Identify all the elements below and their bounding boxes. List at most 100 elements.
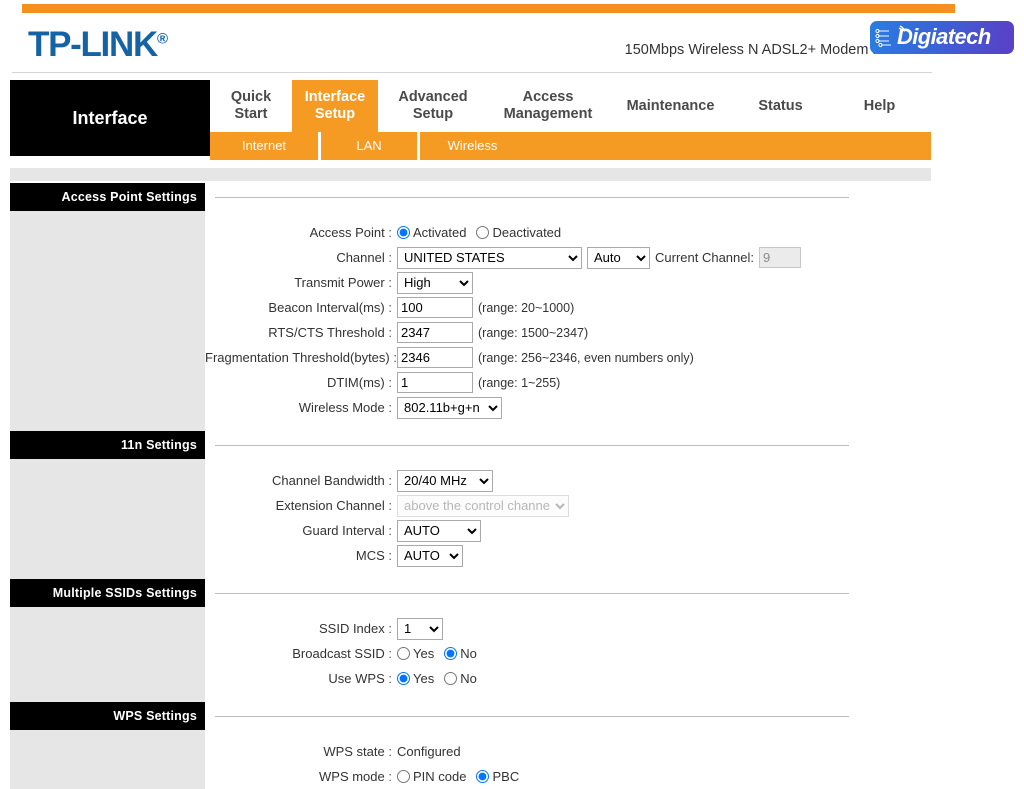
section-rule	[205, 579, 1024, 607]
tab-access-management[interactable]: Access Management	[488, 80, 608, 132]
row-wireless-mode: Wireless Mode : 802.11b+g+n	[205, 396, 1024, 419]
section-header-11n: 11n Settings	[10, 431, 1024, 459]
value-wps-state: Configured	[397, 744, 461, 759]
section-gutter	[10, 211, 205, 431]
input-current-channel	[759, 247, 801, 268]
digiatech-watermark: Digiatech	[870, 21, 1014, 54]
section-wps: WPS Settings WPS state : Configured WPS …	[10, 702, 1024, 789]
input-beacon-interval[interactable]	[397, 297, 473, 318]
access-point-radio-group: Activated Deactivated	[397, 225, 1024, 240]
label-extension-channel: Extension Channel :	[275, 498, 392, 513]
radio-input-broadcast-no[interactable]	[444, 647, 458, 660]
row-broadcast-ssid: Broadcast SSID : Yes No	[205, 642, 1024, 665]
label-dtim: DTIM(ms) :	[326, 375, 392, 390]
radio-input-use-wps-no[interactable]	[444, 672, 458, 685]
brand-header: TP-LINK® 150Mbps Wireless N ADSL2+ Modem…	[0, 13, 1024, 70]
guard-controls: AUTO	[397, 519, 1024, 542]
input-fragmentation-threshold[interactable]	[397, 347, 473, 368]
label-wps-mode: WPS mode :	[319, 769, 392, 784]
label-ssid-index: SSID Index :	[318, 621, 392, 636]
subtab-internet[interactable]: Internet	[210, 132, 318, 160]
label-wireless-mode: Wireless Mode :	[298, 400, 392, 415]
row-wps-mode: WPS mode : PIN code PBC	[205, 765, 1024, 788]
dtim-controls: (range: 1~255)	[397, 372, 1024, 393]
radio-input-use-wps-yes[interactable]	[397, 672, 410, 685]
select-transmit-power[interactable]: High	[397, 271, 473, 294]
section-gutter	[10, 459, 205, 579]
radio-access-point-activated[interactable]: Activated	[397, 225, 466, 240]
select-channel-bandwidth[interactable]: 20/40 MHz	[397, 469, 493, 492]
section-rule	[205, 183, 1024, 211]
radio-broadcast-yes[interactable]: Yes	[397, 646, 434, 661]
input-dtim[interactable]	[397, 372, 473, 393]
input-rts-threshold[interactable]	[397, 322, 473, 343]
row-guard-interval: Guard Interval : AUTO	[205, 519, 1024, 542]
radio-wps-mode-pbc[interactable]: PBC	[476, 769, 519, 784]
row-wps-state: WPS state : Configured	[205, 740, 1024, 763]
row-fragmentation-threshold: Fragmentation Threshold(bytes) : (range:…	[205, 346, 1024, 369]
section-body-access-point: Access Point : Activated Deactivated Cha…	[10, 211, 1024, 431]
nav-divider	[12, 72, 932, 73]
row-ssid-index: SSID Index : 1	[205, 617, 1024, 640]
label-current-channel: Current Channel:	[655, 250, 754, 265]
select-ssid-index[interactable]: 1	[397, 617, 443, 640]
select-channel-country[interactable]: UNITED STATES	[397, 246, 582, 269]
ssid-index-controls: 1	[397, 617, 1024, 640]
broadcast-ssid-radio-group: Yes No	[397, 646, 1024, 661]
tab-maintenance[interactable]: Maintenance	[608, 80, 733, 132]
content-top-strip	[10, 168, 931, 181]
wps-fields: WPS state : Configured WPS mode : PIN co…	[205, 730, 1024, 789]
radio-use-wps-no[interactable]: No	[444, 671, 477, 686]
label-broadcast-ssid: Broadcast SSID :	[292, 646, 392, 661]
section-rule	[205, 702, 1024, 730]
tab-interface-setup[interactable]: Interface Setup	[292, 80, 378, 132]
section-title-wps: WPS Settings	[10, 702, 205, 730]
tab-status[interactable]: Status	[733, 80, 828, 132]
radio-use-wps-yes[interactable]: Yes	[397, 671, 434, 686]
subtab-lan[interactable]: LAN	[321, 132, 417, 160]
wps-mode-radio-group: PIN code PBC	[397, 769, 1024, 784]
label-transmit-power: Transmit Power :	[294, 275, 392, 290]
radio-input-broadcast-yes[interactable]	[397, 647, 410, 660]
registered-trademark-icon: ®	[156, 30, 168, 48]
mcs-controls: AUTO	[397, 544, 1024, 567]
digiatech-label: Digiatech	[897, 24, 991, 49]
tab-advanced-setup[interactable]: Advanced Setup	[378, 80, 488, 132]
top-accent-strip	[22, 4, 955, 13]
wps-state-controls: Configured	[397, 744, 1024, 759]
select-guard-interval[interactable]: AUTO	[397, 519, 481, 542]
subtab-wireless[interactable]: Wireless	[420, 132, 525, 160]
select-channel-number[interactable]: Auto	[587, 246, 650, 269]
radio-wps-mode-pin[interactable]: PIN code	[397, 769, 466, 784]
main-tab-list: Quick Start Interface Setup Advanced Set…	[210, 80, 931, 132]
row-channel: Channel : UNITED STATES Auto Current Cha…	[205, 246, 1024, 269]
section-11n: 11n Settings Channel Bandwidth : 20/40 M…	[10, 431, 1024, 579]
access-point-fields: Access Point : Activated Deactivated Cha…	[205, 211, 1024, 431]
navigation-bar: Interface Quick Start Interface Setup Ad…	[0, 72, 1024, 160]
row-access-point: Access Point : Activated Deactivated	[205, 221, 1024, 244]
radio-broadcast-no[interactable]: No	[444, 646, 477, 661]
label-rts-threshold: RTS/CTS Threshold :	[268, 325, 392, 340]
radio-input-pbc[interactable]	[476, 770, 490, 783]
radio-input-activated[interactable]	[397, 226, 410, 239]
section-body-wps: WPS state : Configured WPS mode : PIN co…	[10, 730, 1024, 789]
select-wireless-mode[interactable]: 802.11b+g+n	[397, 396, 502, 419]
radio-input-deactivated[interactable]	[476, 226, 490, 239]
radio-access-point-deactivated[interactable]: Deactivated	[476, 225, 561, 240]
extension-controls: above the control channel	[397, 494, 1024, 517]
label-access-point: Access Point :	[309, 225, 392, 240]
beacon-controls: (range: 20~1000)	[397, 297, 1024, 318]
section-title-multiple-ssids: Multiple SSIDs Settings	[10, 579, 205, 607]
section-multiple-ssids: Multiple SSIDs Settings SSID Index : 1 B…	[10, 579, 1024, 702]
router-admin-page: TP-LINK® 150Mbps Wireless N ADSL2+ Modem…	[0, 0, 1024, 789]
tab-quick-start[interactable]: Quick Start	[210, 80, 292, 132]
ssid-fields: SSID Index : 1 Broadcast SSID : Yes No U…	[205, 607, 1024, 702]
section-body-11n: Channel Bandwidth : 20/40 MHz Extension …	[10, 459, 1024, 579]
label-use-wps: Use WPS :	[328, 671, 392, 686]
transmit-power-controls: High	[397, 271, 1024, 294]
tplink-logo: TP-LINK®	[28, 25, 168, 65]
select-mcs[interactable]: AUTO	[397, 544, 463, 567]
radio-input-pin-code[interactable]	[397, 770, 410, 783]
tab-help[interactable]: Help	[828, 80, 931, 132]
sub-tab-list: Internet LAN Wireless	[210, 132, 931, 160]
